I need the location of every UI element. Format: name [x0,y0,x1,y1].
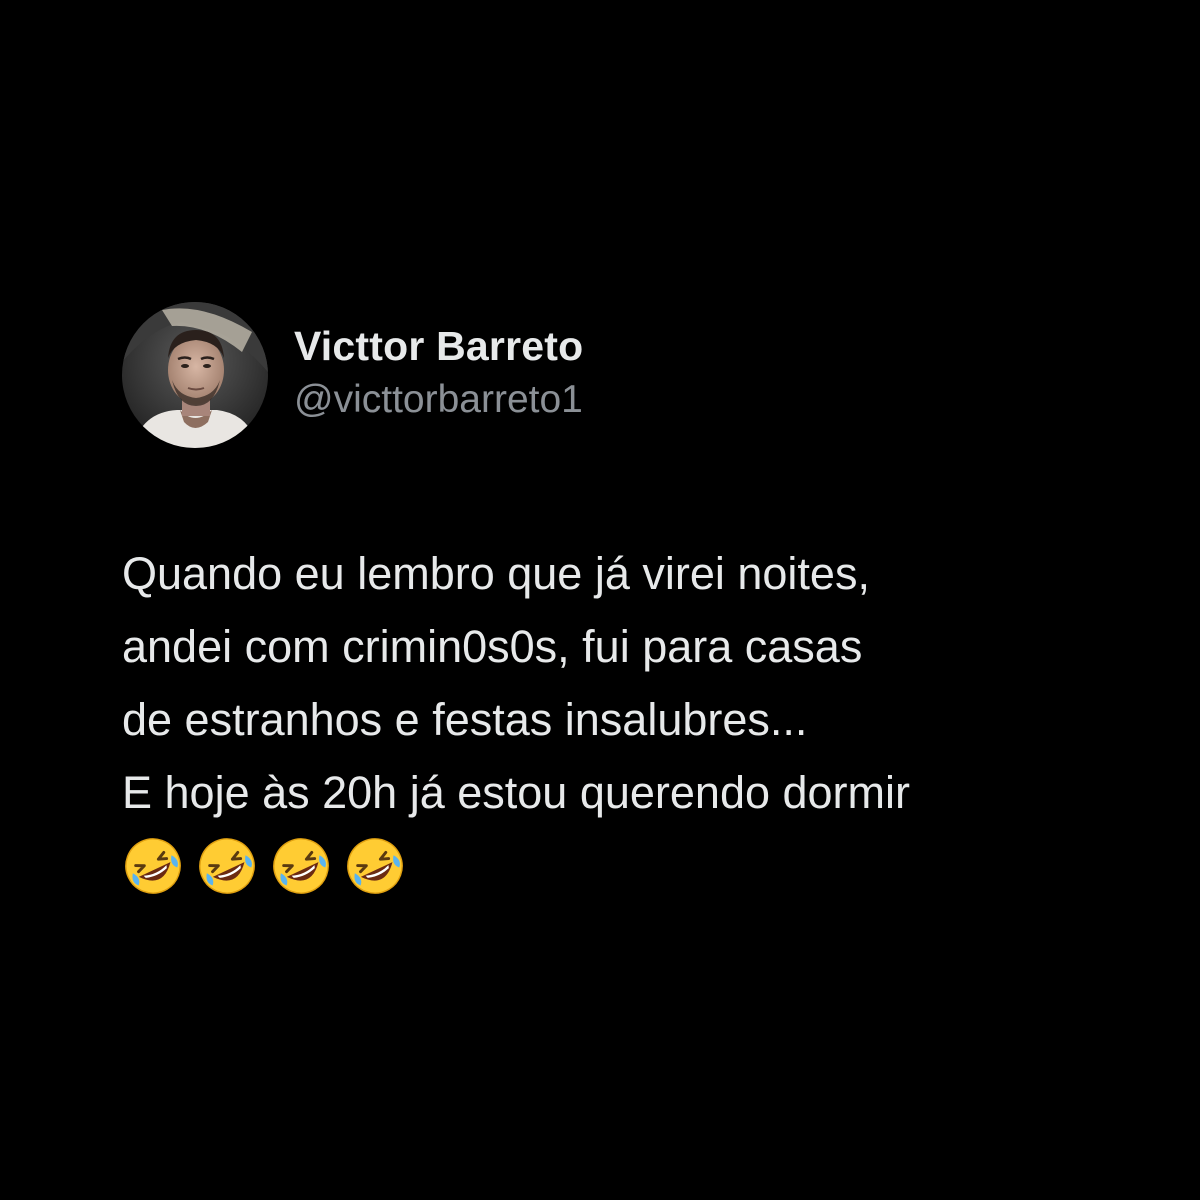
tweet-text-line: E hoje às 20h já estou querendo dormir [122,767,911,818]
author-display-name[interactable]: Victtor Barreto [294,320,583,372]
tweet-text: Quando eu lembro que já virei noites, an… [122,537,1162,897]
author-identity: Victtor Barreto @victtorbarreto1 [294,320,583,426]
rolling-on-floor-laughing-icon [273,838,329,894]
author-handle[interactable]: @victtorbarreto1 [294,374,583,426]
tweet-text-line: andei com crimin0s0s, fui para casas [122,621,863,672]
rolling-on-floor-laughing-icon [347,838,403,894]
tweet-text-line: de estranhos e festas insalubres... [122,694,808,745]
avatar[interactable] [122,302,268,448]
avatar-photo-icon [122,302,268,448]
rolling-on-floor-laughing-icon [125,838,181,894]
tweet-text-line: Quando eu lembro que já virei noites, [122,548,870,599]
tweet-card: Victtor Barreto @victtorbarreto1 Quando … [0,0,1200,1200]
rolling-on-floor-laughing-icon [199,838,255,894]
tweet-header: Victtor Barreto @victtorbarreto1 [122,302,583,448]
emoji-row [122,835,1162,897]
